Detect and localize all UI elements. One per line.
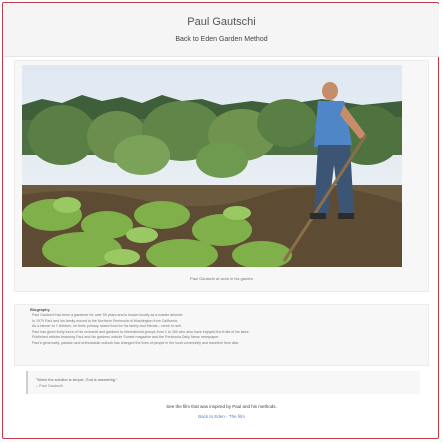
biography-list: Paul Gautschi has been a gardener for ov… (22, 313, 432, 347)
quote-panel (26, 371, 420, 394)
back-to-eden-link[interactable]: Back to Eden Garden Method (4, 36, 439, 43)
film-link[interactable]: Back to Eden - The film (0, 414, 443, 419)
quote-text: "When the solution is simple, God is ans… (36, 378, 118, 382)
photo-caption: Paul Gautschi at work in his garden (190, 276, 253, 281)
page-title: Paul Gautschi (187, 16, 256, 28)
biography-heading: Biography (30, 307, 50, 312)
film-text: See the film that was inspired by Paul a… (166, 404, 277, 409)
page-header: Paul Gautschi Back to Eden Garden Method (4, 4, 439, 57)
garden-photo (22, 65, 402, 267)
quote-attribution: – Paul Gautschi (36, 384, 63, 388)
list-item: Paul's generosity, passion and enthusias… (32, 341, 432, 347)
